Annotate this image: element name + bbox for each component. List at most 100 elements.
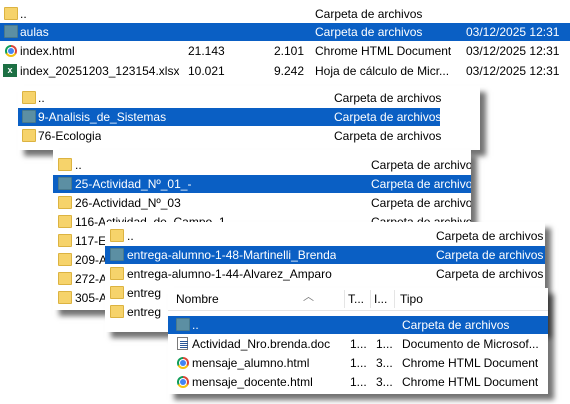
folder-icon: [58, 158, 72, 171]
file-name: mensaje_alumno.html: [192, 356, 310, 370]
column-separator[interactable]: [344, 290, 345, 308]
file-name: 76-Ecologia: [38, 129, 102, 143]
folder-icon: [58, 253, 72, 266]
file-type-short: 1...: [350, 375, 367, 389]
folder-icon: [22, 129, 36, 142]
file-name: 305-A: [75, 291, 108, 305]
column-header-size-short[interactable]: I...: [374, 288, 387, 310]
file-type: Carpeta de archivos: [371, 196, 471, 210]
list-item-parent[interactable]: .. Carpeta de archivos: [53, 156, 471, 174]
sort-up-icon: ︿: [303, 291, 314, 303]
list-item-index-xlsx[interactable]: x index_20251203_123154.xlsx 10.021 9.24…: [0, 62, 570, 80]
file-name: ..: [192, 318, 199, 332]
file-name: 209-A: [75, 253, 108, 267]
file-name: 272-A: [75, 272, 108, 286]
file-name: entreg: [127, 286, 162, 300]
folder-icon: [58, 234, 72, 247]
file-type: Chrome HTML Document: [402, 375, 539, 389]
file-type: Carpeta de archivos: [371, 158, 471, 172]
file-name: entrega-alumno-1-44-Alvarez_Amparo: [127, 267, 332, 281]
folder-icon: [58, 291, 72, 304]
list-item-parent[interactable]: .. Carpeta de archivos: [168, 316, 548, 334]
excel-file-icon: x: [3, 64, 17, 77]
column-header-bar: ︿ Nombre T... I... Tipo: [168, 288, 548, 311]
file-size-short: 3...: [376, 375, 393, 389]
file-name: 117-E: [75, 234, 107, 248]
file-date: 03/12/2025 12:31: [466, 64, 560, 78]
folder-icon: [110, 248, 124, 261]
word-doc-icon: [177, 337, 188, 350]
list-item-analisis-sistemas[interactable]: 9-Analisis_de_Sistemas Carpeta de archiv…: [18, 108, 442, 126]
folder-icon: [110, 286, 124, 299]
folder-icon: [110, 229, 124, 242]
file-type: Carpeta de archivos: [436, 229, 544, 243]
explorer-window-aulas: .. Carpeta de archivos 9-Analisis_de_Sis…: [18, 86, 480, 150]
folder-icon: [4, 7, 18, 20]
chrome-html-icon: [177, 357, 189, 369]
file-size-short: 3...: [376, 356, 393, 370]
file-date: 03/12/2025 12:31: [466, 44, 560, 58]
file-name: 26-Actividad_Nº_03: [75, 196, 181, 210]
folder-icon: [58, 215, 72, 228]
file-size: 21.143: [188, 44, 225, 58]
folder-icon: [110, 267, 124, 280]
file-name: ..: [75, 158, 82, 172]
chrome-html-icon: [177, 376, 189, 388]
folder-icon: [58, 272, 72, 285]
file-type-short: 1...: [350, 337, 367, 351]
folder-icon: [110, 305, 124, 318]
folder-icon: [58, 196, 72, 209]
file-name: mensaje_docente.html: [192, 375, 313, 389]
list-item-actividad-03[interactable]: 26-Actividad_Nº_03 Carpeta de archivos: [53, 194, 471, 212]
column-header-type-short[interactable]: T...: [348, 288, 364, 310]
list-item-parent[interactable]: .. Carpeta de archivos: [0, 5, 570, 23]
file-date: 03/12/2025 12:31: [466, 25, 560, 39]
column-header-tipo[interactable]: Tipo: [400, 288, 423, 310]
list-item-parent[interactable]: .. Carpeta de archivos: [18, 89, 480, 107]
file-type: Carpeta de archivos: [371, 177, 471, 191]
file-name: aulas: [20, 25, 49, 39]
file-size-2: 2.101: [274, 44, 305, 58]
file-type: Chrome HTML Document: [315, 44, 452, 58]
list-item-actividad-01[interactable]: 25-Actividad_Nº_01_- Carpeta de archivos: [53, 175, 471, 193]
list-item-alvarez[interactable]: entrega-alumno-1-44-Alvarez_Amparo Carpe…: [105, 265, 545, 283]
file-name: 25-Actividad_Nº_01_-: [75, 177, 192, 191]
list-item-actividad-doc[interactable]: Actividad_Nro.brenda.doc 1... 1... Docum…: [168, 335, 548, 353]
list-item-aulas[interactable]: aulas Carpeta de archivos 03/12/2025 12:…: [0, 23, 570, 41]
file-type: Carpeta de archivos: [436, 267, 544, 281]
file-type: Carpeta de archivos: [436, 248, 544, 262]
file-size-short: 1...: [376, 337, 393, 351]
list-item-martinelli[interactable]: entrega-alumno-1-48-Martinelli_Brenda Ca…: [105, 246, 545, 264]
list-item-ecologia[interactable]: 76-Ecologia Carpeta de archivos: [18, 127, 480, 145]
file-name: Actividad_Nro.brenda.doc: [192, 337, 331, 351]
file-name: ..: [127, 229, 134, 243]
folder-icon: [176, 318, 190, 331]
file-size-2: 9.242: [274, 64, 305, 78]
file-type: Carpeta de archivos: [402, 318, 510, 332]
file-type: Documento de Microsof...: [402, 337, 539, 351]
file-name: index_20251203_123154.xlsx: [20, 64, 180, 78]
file-type: Chrome HTML Document: [402, 356, 539, 370]
explorer-window-root: .. Carpeta de archivos aulas Carpeta de …: [0, 0, 570, 90]
list-item-mensaje-docente[interactable]: mensaje_docente.html 1... 3... Chrome HT…: [168, 373, 548, 391]
list-item-mensaje-alumno[interactable]: mensaje_alumno.html 1... 3... Chrome HTM…: [168, 354, 548, 372]
file-type: Hoja de cálculo de Micr...: [315, 64, 450, 78]
file-type: Carpeta de archivos: [334, 129, 442, 143]
column-header-name[interactable]: Nombre: [176, 288, 219, 310]
list-item-parent[interactable]: .. Carpeta de archivos: [105, 227, 545, 245]
file-type-short: 1...: [350, 356, 367, 370]
file-name: index.html: [20, 44, 75, 58]
folder-icon: [58, 177, 72, 190]
file-name: 9-Analisis_de_Sistemas: [38, 110, 167, 124]
folder-icon: [22, 110, 36, 123]
file-type: Carpeta de archivos: [334, 110, 442, 124]
list-item-index-html[interactable]: index.html 21.143 2.101 Chrome HTML Docu…: [0, 42, 570, 60]
column-separator[interactable]: [394, 290, 395, 308]
folder-icon: [22, 91, 36, 104]
file-name: ..: [38, 91, 45, 105]
explorer-window-martinelli: ︿ Nombre T... I... Tipo .. Carpeta de ar…: [168, 288, 548, 394]
folder-icon: [4, 25, 18, 38]
column-separator[interactable]: [370, 290, 371, 308]
file-size: 10.021: [188, 64, 225, 78]
file-type: Carpeta de archivos: [315, 25, 423, 39]
